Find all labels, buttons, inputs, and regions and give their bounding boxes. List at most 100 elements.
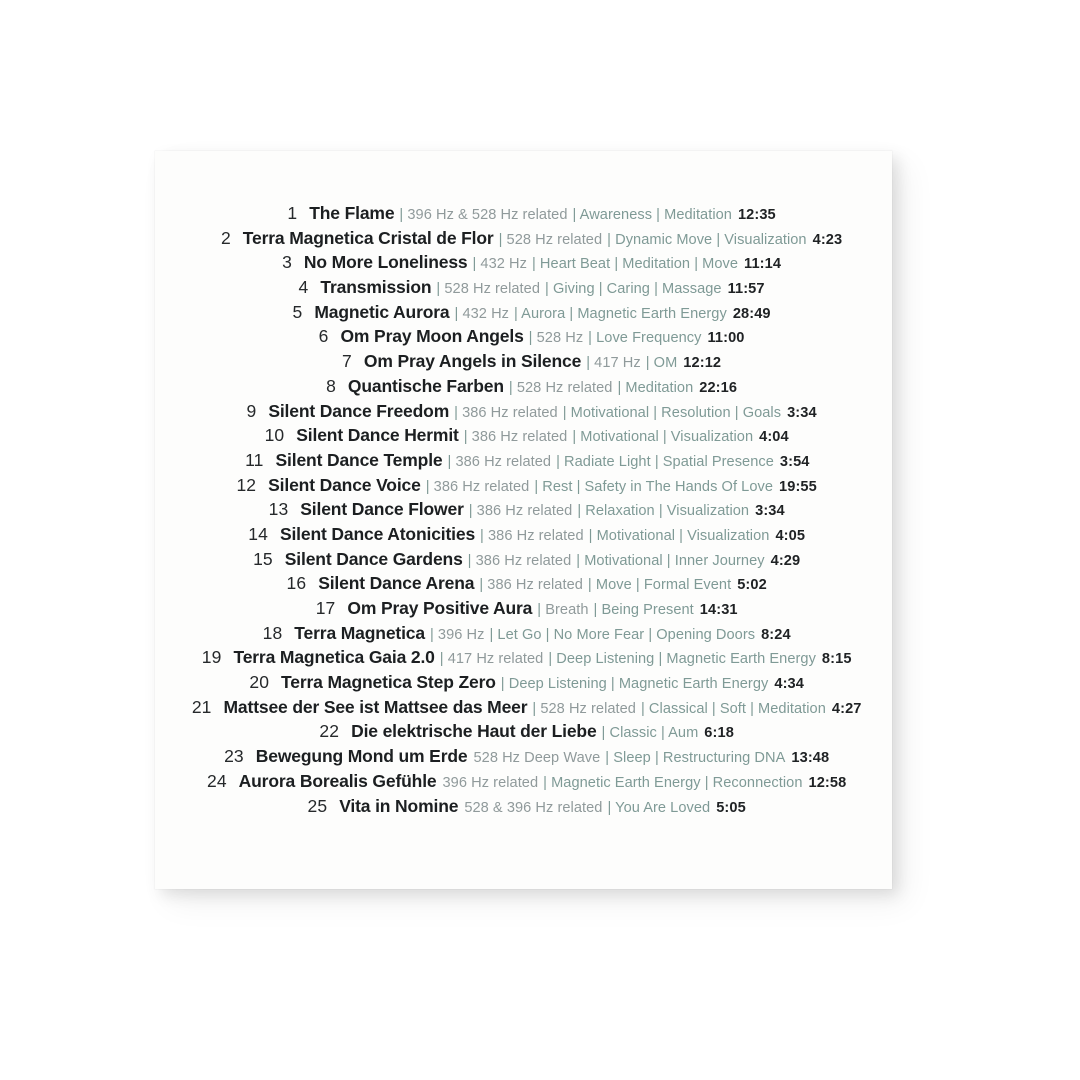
separator-pipe: |: [572, 207, 577, 223]
track-tags: | Motivational | Inner Journey: [576, 552, 765, 569]
track-row[interactable]: 22 Die elektrische Haut der Liebe | Classi…: [313, 719, 734, 744]
separator-pipe: |: [617, 379, 622, 396]
track-body: Silent Dance Atonicities | 386 Hz related…: [280, 522, 805, 549]
track-row[interactable]: 19 Terra Magnetica Gaia 2.0 | 417 Hz relat…: [195, 645, 852, 670]
track-title: Silent Dance Hermit: [296, 425, 459, 446]
track-tags: | OM: [645, 355, 678, 372]
track-tags: | Awareness | Meditation: [572, 207, 732, 223]
track-number: 2: [220, 227, 231, 248]
separator-pipe: |: [588, 527, 593, 544]
separator-pipe: |: [534, 478, 539, 495]
track-list: 1 The Flame | 396 Hz & 528 Hz related | Awa…: [155, 201, 892, 818]
track-body: Silent Dance Gardens | 386 Hz related | Mo…: [285, 547, 800, 574]
separator-pipe: |: [572, 429, 577, 446]
track-duration: 3:34: [755, 503, 785, 520]
separator-pipe: |: [654, 750, 659, 767]
track-tags: | Rest | Safety in The Hands Of Love: [534, 478, 774, 495]
track-row[interactable]: 15 Silent Dance Gardens | 386 Hz related | …: [247, 547, 800, 572]
track-row[interactable]: 14 Silent Dance Atonicities | 386 Hz relat…: [242, 522, 805, 547]
track-number: 17: [315, 598, 336, 618]
track-row[interactable]: 4 Transmission | 528 Hz related | Giving | …: [282, 275, 765, 300]
track-number: 20: [249, 672, 270, 693]
track-duration: 22:16: [699, 379, 738, 396]
track-number: 15: [253, 548, 273, 569]
track-row[interactable]: 1 The Flame | 396 Hz & 528 Hz related | Awa…: [271, 201, 776, 226]
track-row[interactable]: 7 Om Pray Angels in Silence | 417 Hz | OM 12…: [326, 349, 721, 374]
track-number: 7: [342, 351, 352, 372]
separator-pipe: |: [500, 676, 505, 693]
separator-pipe: |: [543, 774, 547, 791]
track-row[interactable]: 3 No More Loneliness | 432 Hz | Heart Beat …: [266, 250, 781, 275]
track-row[interactable]: 20 Terra Magnetica Step Zero | Deep Listen…: [243, 670, 804, 695]
track-number: 14: [248, 523, 268, 544]
separator-pipe: |: [645, 355, 650, 372]
separator-pipe: |: [489, 626, 494, 643]
separator-pipe: |: [429, 626, 434, 643]
track-row[interactable]: 10 Silent Dance Hermit | 386 Hz related | M…: [258, 423, 789, 448]
track-frequency: | 432 Hz: [454, 305, 510, 322]
separator-pipe: |: [479, 577, 484, 594]
separator-pipe: |: [425, 478, 430, 495]
track-row[interactable]: 25 Vita in Nomine 528 & 396 Hz related | Yo…: [301, 794, 746, 819]
track-duration: 4:34: [774, 676, 804, 693]
track-frequency: | 386 Hz related: [468, 503, 573, 520]
track-title: The Flame: [309, 203, 395, 223]
separator-pipe: |: [508, 379, 513, 396]
separator-pipe: |: [711, 700, 716, 717]
track-row[interactable]: 8 Quantische Farben | 528 Hz related | Medi…: [310, 374, 737, 399]
track-number: 22: [319, 721, 340, 742]
separator-pipe: |: [640, 700, 645, 717]
track-duration: 4:29: [770, 552, 801, 569]
separator-pipe: |: [436, 281, 441, 298]
track-title: Om Pray Moon Angels: [340, 326, 524, 347]
separator-pipe: |: [463, 429, 468, 446]
track-row[interactable]: 11 Silent Dance Temple | 386 Hz related | R…: [238, 448, 810, 473]
track-row[interactable]: 2 Terra Magnetica Cristal de Flor | 528 Hz…: [205, 226, 842, 251]
track-body: The Flame | 396 Hz & 528 Hz related | Awar…: [309, 201, 776, 228]
track-row[interactable]: 13 Silent Dance Flower | 386 Hz related | R…: [262, 497, 785, 522]
track-number: 5: [292, 301, 303, 322]
track-row[interactable]: 18 Terra Magnetica | 396 Hz | Let Go | No M…: [256, 621, 791, 646]
track-body: Silent Dance Voice | 386 Hz related | Rest…: [268, 473, 817, 500]
track-row[interactable]: 17 Om Pray Positive Aura | Breath | Being P…: [309, 596, 738, 621]
track-row[interactable]: 5 Magnetic Aurora | 432 Hz | Aurora | Magne…: [276, 300, 770, 325]
separator-pipe: |: [648, 626, 653, 643]
track-tags: | Motivational | Resolution | Goals: [562, 404, 782, 421]
separator-pipe: |: [576, 478, 581, 495]
track-title: Die elektrische Haut der Liebe: [351, 721, 597, 742]
track-tags: | Let Go | No More Fear | Opening Doors: [489, 626, 756, 643]
separator-pipe: |: [605, 750, 610, 767]
separator-pipe: |: [399, 207, 404, 223]
track-body: Silent Dance Temple | 386 Hz related | Rad…: [276, 448, 810, 475]
track-row[interactable]: 24 Aurora Borealis Gefühle 396 Hz related |…: [201, 769, 847, 794]
track-frequency: | 386 Hz related: [479, 577, 583, 594]
track-duration: 4:05: [775, 527, 806, 544]
track-row[interactable]: 16 Silent Dance Arena | 386 Hz related | Mo…: [280, 571, 767, 596]
track-row[interactable]: 23 Bewegung Mond um Erde 528 Hz Deep Wave |…: [218, 744, 829, 769]
separator-pipe: |: [654, 453, 659, 470]
track-frequency: | 386 Hz related: [425, 478, 530, 495]
track-body: Aurora Borealis Gefühle 396 Hz related | M…: [239, 769, 847, 796]
track-row[interactable]: 12 Silent Dance Voice | 386 Hz related | Re…: [230, 473, 817, 498]
track-number: 6: [318, 326, 329, 347]
track-frequency: | 396 Hz & 528 Hz related: [399, 207, 568, 223]
track-row[interactable]: 21 Mattsee der See ist Mattsee das Meer | …: [186, 695, 862, 720]
separator-pipe: |: [576, 552, 581, 569]
track-tags: | Deep Listening | Magnetic Earth Energy: [548, 651, 816, 668]
separator-pipe: |: [607, 231, 611, 248]
track-body: Om Pray Angels in Silence | 417 Hz | OM 12:…: [364, 349, 721, 376]
track-row[interactable]: 6 Om Pray Moon Angels | 528 Hz | Love Frequ…: [302, 324, 745, 351]
track-body: Vita in Nomine 528 & 396 Hz related | You …: [339, 794, 746, 821]
track-body: Om Pray Moon Angels | 528 Hz | Love Freque…: [340, 324, 744, 351]
separator-pipe: |: [454, 305, 459, 322]
track-title: Terra Magnetica Step Zero: [281, 672, 496, 693]
track-duration: 3:54: [779, 453, 810, 470]
track-title: No More Loneliness: [303, 252, 468, 273]
separator-pipe: |: [704, 774, 709, 791]
separator-pipe: |: [528, 330, 533, 347]
separator-pipe: |: [480, 527, 484, 544]
track-title: Silent Dance Freedom: [268, 400, 450, 421]
track-tags: | Move | Formal Event: [587, 577, 732, 594]
separator-pipe: |: [607, 799, 612, 816]
track-row[interactable]: 9 Silent Dance Freedom | 386 Hz related | M…: [230, 399, 816, 424]
